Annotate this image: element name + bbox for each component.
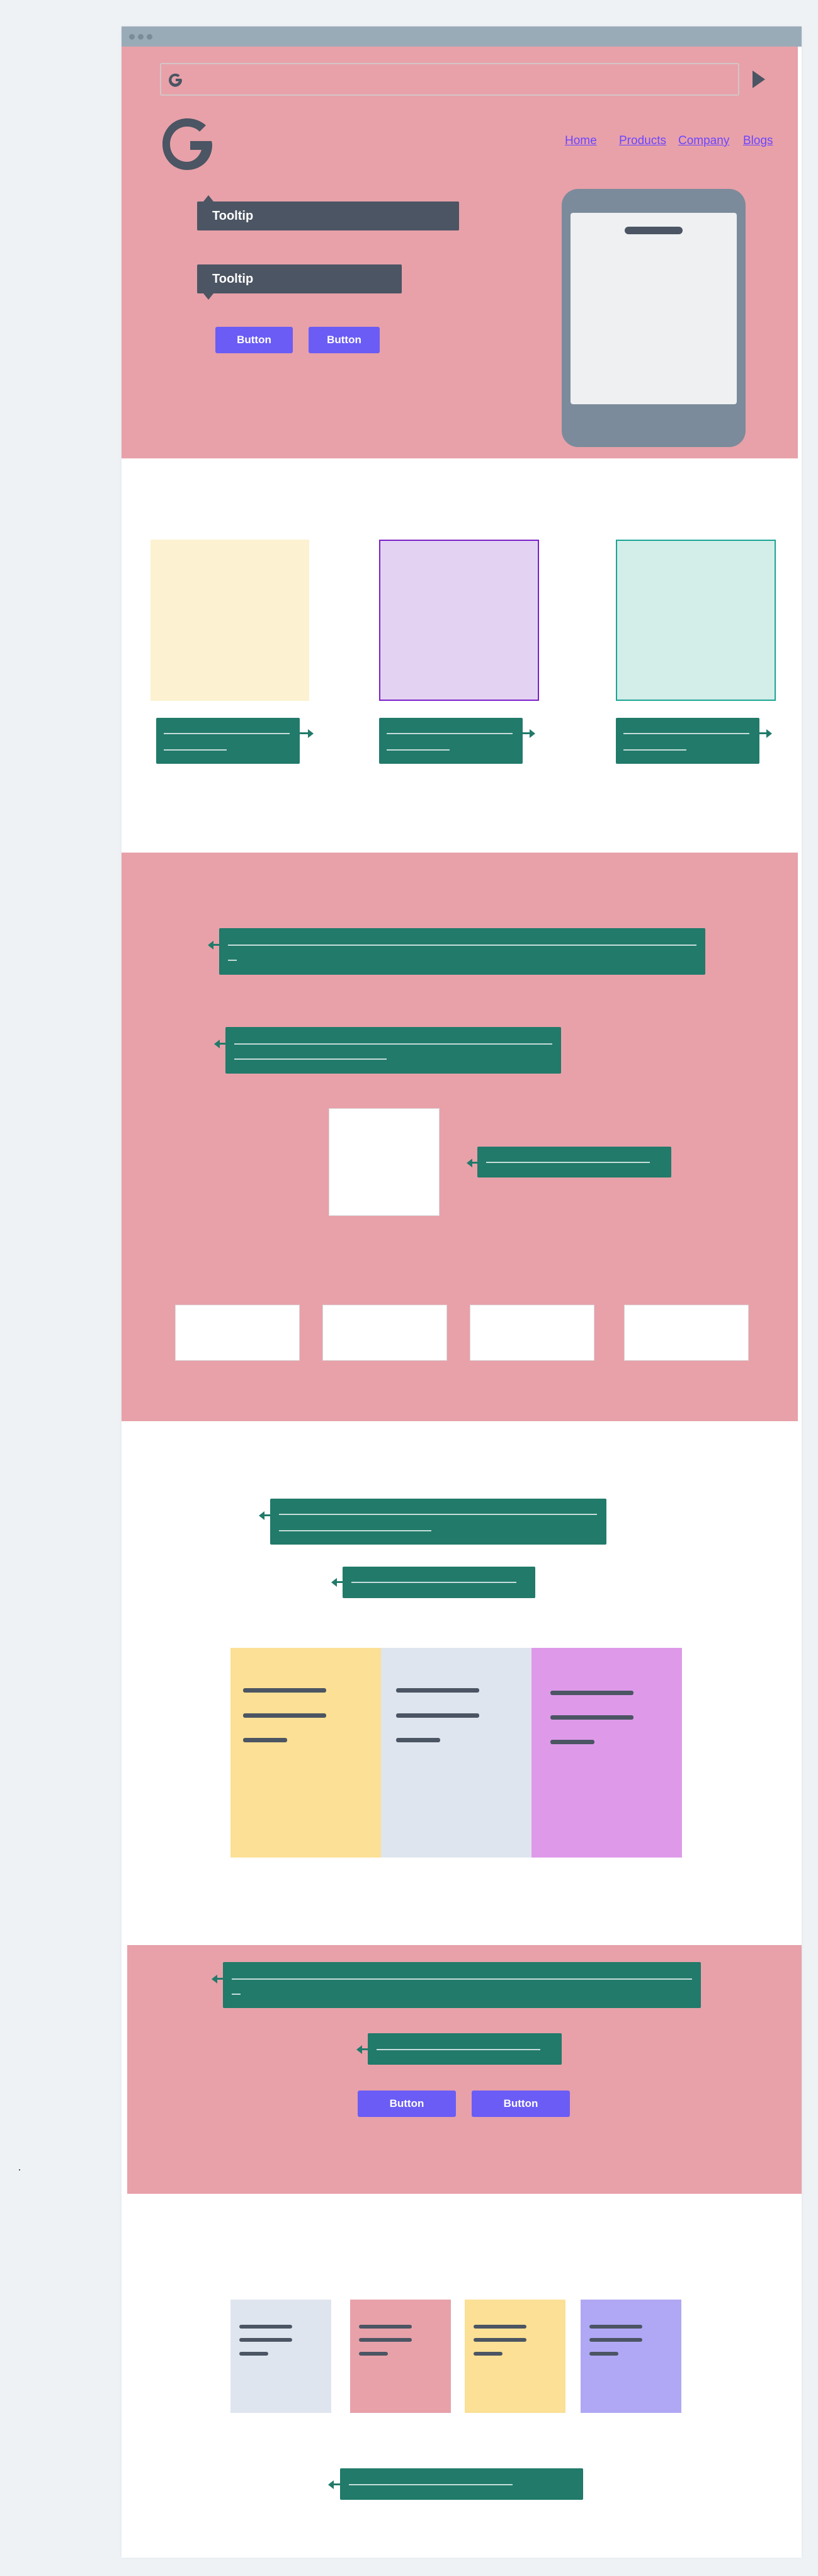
phone-screen	[571, 213, 737, 404]
cta-callout-1	[223, 1962, 701, 2008]
arrow-right-icon	[530, 729, 535, 738]
arrow-left-icon	[467, 1159, 472, 1167]
content-tile-3	[470, 1305, 594, 1361]
hero-button-2[interactable]: Button	[309, 327, 380, 353]
pricing-callout-1	[270, 1499, 606, 1545]
content-image	[329, 1108, 440, 1216]
window-dot-icon[interactable]	[129, 34, 135, 40]
nav-link-home[interactable]: Home	[565, 134, 597, 148]
feature-callout-1	[156, 718, 300, 764]
content-callout-1	[219, 928, 705, 975]
smartphone-icon	[562, 189, 746, 447]
pricing-callout-2	[343, 1567, 535, 1598]
cta-button-1[interactable]: Button	[358, 2091, 456, 2117]
feature-card-3	[616, 540, 776, 701]
tooltip-primary: Tooltip	[197, 195, 459, 230]
play-icon[interactable]	[753, 71, 765, 88]
window-dot-icon[interactable]	[147, 34, 152, 40]
google-logo-icon	[162, 118, 212, 170]
feature-card-2	[379, 540, 539, 701]
content-tile-2	[322, 1305, 447, 1361]
window-titlebar	[122, 26, 802, 47]
nav-link-company[interactable]: Company	[678, 134, 729, 148]
content-tile-4	[624, 1305, 749, 1361]
tile-4	[581, 2300, 681, 2413]
arrow-left-icon	[214, 1040, 220, 1048]
pricing-column-3	[531, 1648, 682, 1858]
content-callout-2	[225, 1027, 561, 1074]
feature-card-1	[151, 540, 309, 701]
cta-callout-2	[368, 2033, 562, 2065]
search-input[interactable]	[160, 63, 739, 96]
google-g-icon	[169, 73, 183, 87]
tooltip-secondary: Tooltip	[197, 264, 402, 300]
cta-button-2[interactable]: Button	[472, 2091, 570, 2117]
arrow-left-icon	[208, 941, 213, 950]
feature-callout-3	[616, 718, 759, 764]
tile-3	[465, 2300, 565, 2413]
arrow-right-icon	[766, 729, 772, 738]
arrow-left-icon	[212, 1975, 217, 1983]
hero-button-1[interactable]: Button	[215, 327, 293, 353]
arrow-left-icon	[259, 1511, 264, 1520]
feature-callout-2	[379, 718, 523, 764]
pricing-column-1	[230, 1648, 381, 1858]
window-dot-icon[interactable]	[138, 34, 144, 40]
tile-1	[230, 2300, 331, 2413]
arrow-left-icon	[328, 2480, 334, 2489]
pricing-column-2	[381, 1648, 531, 1858]
footer-callout	[340, 2468, 583, 2500]
nav-link-products[interactable]: Products	[619, 134, 666, 148]
nav-link-blogs[interactable]: Blogs	[743, 134, 773, 148]
phone-speaker	[625, 227, 683, 234]
arrow-right-icon	[308, 729, 314, 738]
tile-2	[350, 2300, 451, 2413]
stray-dot	[19, 2169, 20, 2170]
arrow-left-icon	[356, 2045, 362, 2054]
content-tile-1	[175, 1305, 300, 1361]
arrow-left-icon	[331, 1578, 337, 1587]
content-callout-3	[477, 1147, 671, 1177]
